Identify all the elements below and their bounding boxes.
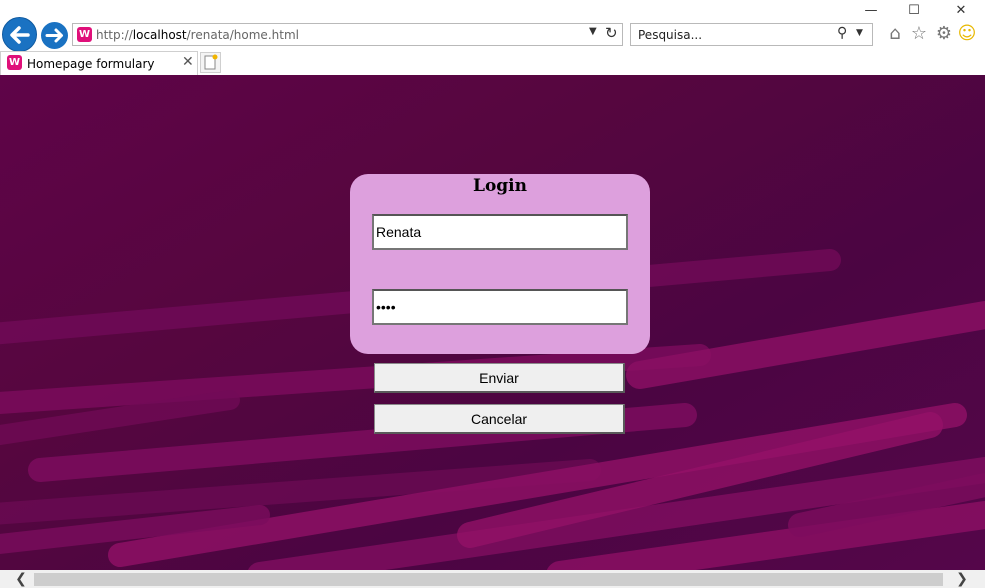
tab-site-icon: W [7, 55, 22, 70]
new-tab-button[interactable] [200, 52, 221, 73]
submit-button[interactable]: Enviar [374, 363, 625, 393]
gear-icon[interactable]: ⚙ [934, 24, 954, 44]
scroll-left-icon[interactable]: ❮ [12, 570, 30, 588]
horizontal-scrollbar[interactable]: ❮ ❯ [0, 570, 985, 588]
username-input[interactable] [372, 214, 628, 250]
forward-button[interactable] [41, 22, 68, 49]
arrow-right-icon [45, 28, 63, 43]
scroll-right-icon[interactable]: ❯ [953, 570, 971, 588]
search-dropdown-icon[interactable]: ▼ [856, 28, 863, 38]
back-button[interactable] [2, 17, 37, 52]
minimize-button[interactable]: — [859, 2, 883, 20]
search-box[interactable]: Pesquisa... ⚲ ▼ [630, 23, 873, 46]
tab-homepage[interactable]: W Homepage formulary ✕ [0, 51, 198, 75]
home-icon[interactable]: ⌂ [885, 24, 905, 44]
smiley-feedback-icon[interactable]: ☺ [957, 24, 977, 44]
address-url: http://localhost/renata/home.html [96, 28, 299, 42]
address-bar[interactable]: W http://localhost/renata/home.html ▼ ↻ [72, 23, 623, 46]
scrollbar-thumb[interactable] [34, 573, 943, 586]
favorites-star-icon[interactable]: ☆ [909, 24, 929, 44]
browser-chrome: — ☐ ✕ W http://localhost/renata/home.htm… [0, 0, 985, 75]
site-icon: W [77, 27, 92, 42]
login-title: Login [473, 176, 527, 196]
refresh-icon[interactable]: ↻ [605, 24, 618, 42]
search-placeholder: Pesquisa... [638, 28, 703, 42]
tab-bar: W Homepage formulary ✕ [0, 51, 985, 75]
login-card: Login [350, 174, 650, 354]
tab-title: Homepage formulary [27, 57, 155, 71]
new-tab-icon [204, 54, 218, 70]
search-icon[interactable]: ⚲ [837, 25, 847, 41]
address-dropdown-icon[interactable]: ▼ [589, 26, 597, 37]
cancel-button[interactable]: Cancelar [374, 404, 625, 434]
password-input[interactable] [372, 289, 628, 325]
close-window-button[interactable]: ✕ [949, 2, 973, 20]
page-background: Login Enviar Cancelar [0, 75, 985, 570]
maximize-button[interactable]: ☐ [902, 2, 926, 20]
tab-close-icon[interactable]: ✕ [182, 54, 194, 70]
arrow-left-icon [10, 26, 30, 44]
